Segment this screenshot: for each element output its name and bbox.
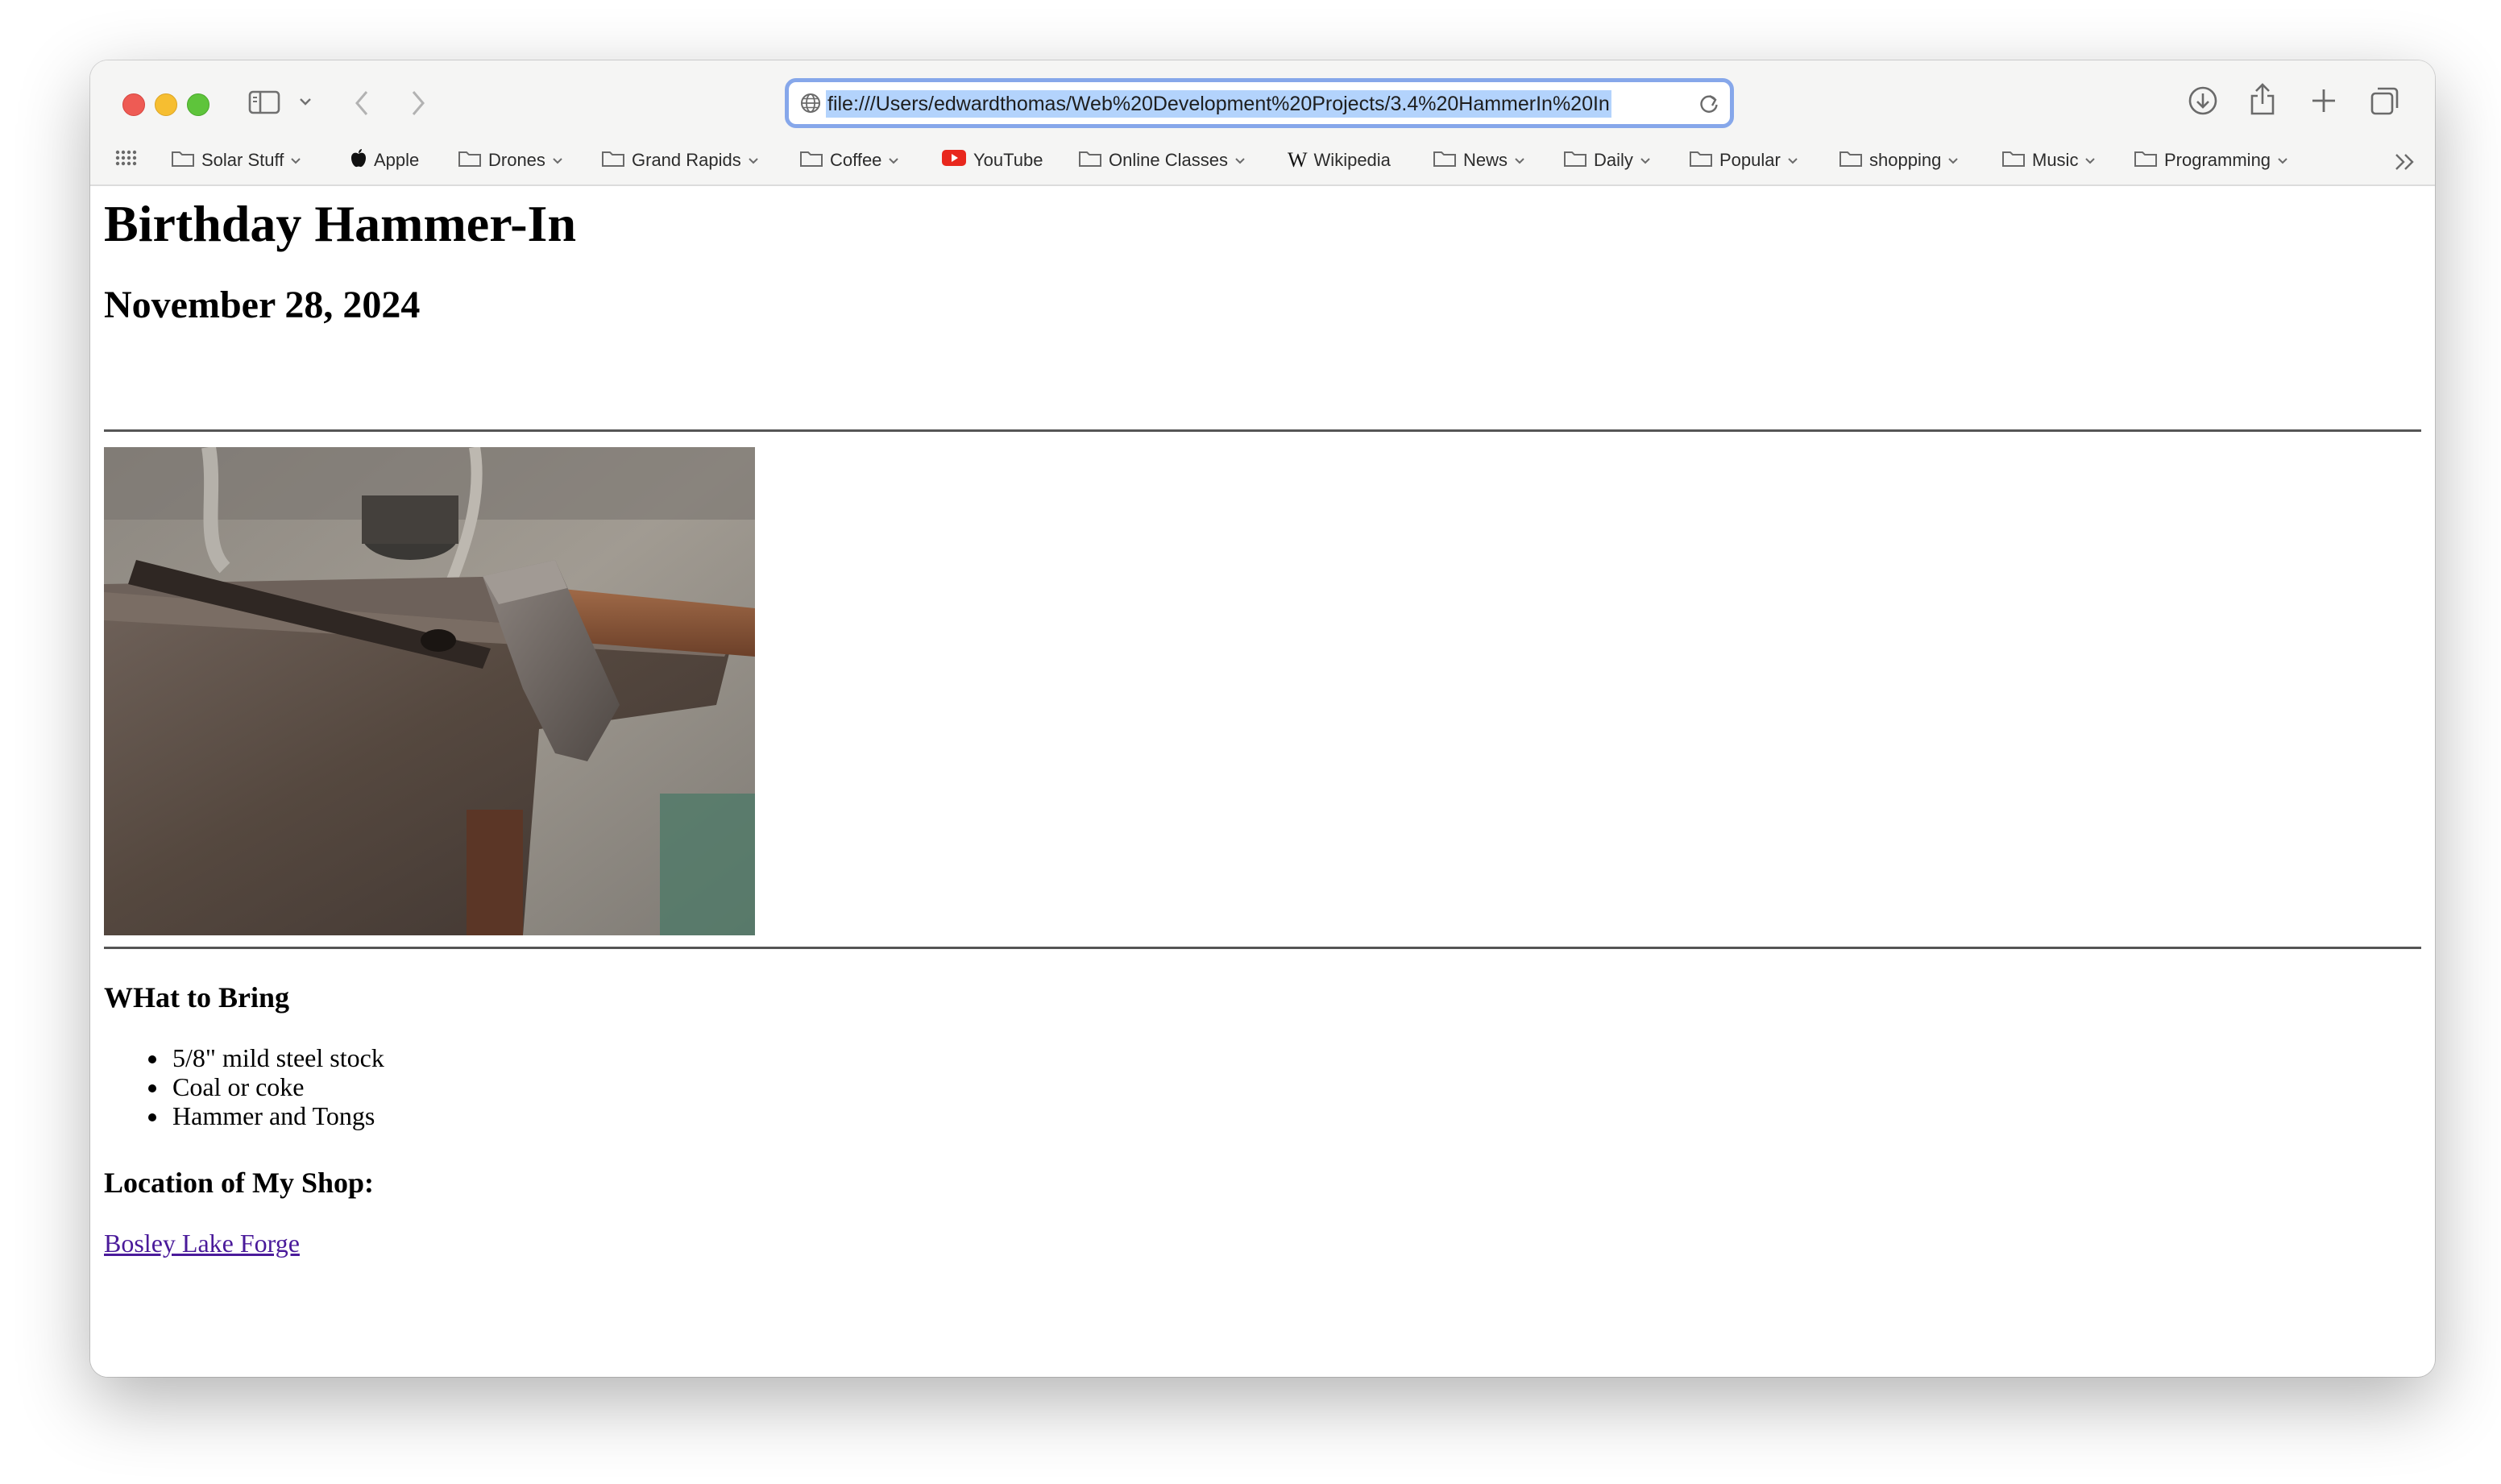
browser-toolbar: file:///Users/edwardthomas/Web%20Develop… (90, 60, 2435, 186)
bookmark-label: Music (2032, 150, 2079, 170)
bookmark-youtube[interactable]: YouTube (941, 141, 1043, 180)
bookmark-label: shopping (1869, 150, 1942, 170)
url-text[interactable]: file:///Users/edwardthomas/Web%20Develop… (826, 90, 1611, 118)
address-bar[interactable]: file:///Users/edwardthomas/Web%20Develop… (785, 78, 1734, 128)
anvil-hammer-photo (104, 447, 755, 935)
chevron-down-icon (1640, 150, 1651, 171)
globe-icon (800, 93, 821, 118)
minimize-window-button[interactable] (155, 93, 177, 116)
chevron-down-icon (1514, 150, 1525, 171)
bookmark-grand-rapids[interactable]: Grand Rapids (601, 141, 759, 180)
new-tab-plus-icon[interactable] (2309, 86, 2338, 115)
page-title: Birthday Hammer-In (104, 195, 577, 252)
folder-icon (171, 148, 195, 172)
folder-icon (1563, 148, 1587, 172)
sidebar-toggle-icon[interactable] (248, 89, 280, 115)
chevron-down-icon (1947, 150, 1959, 171)
bring-list: 5/8" mild steel stock Coal or coke Hamme… (155, 1043, 384, 1130)
bookmark-label: Apple (374, 150, 420, 170)
list-item: 5/8" mild steel stock (169, 1043, 384, 1072)
bookmark-label: Daily (1594, 150, 1633, 170)
more-bookmarks-chevron-icon[interactable] (2393, 151, 2417, 173)
bookmark-programming[interactable]: Programming (2134, 141, 2288, 180)
chevron-down-icon (2277, 150, 2288, 171)
bookmark-label: Grand Rapids (632, 150, 741, 170)
bookmark-label: Solar Stuff (201, 150, 284, 170)
wikipedia-logo-icon: W (1288, 148, 1308, 172)
folder-icon (1078, 148, 1102, 172)
list-item: Hammer and Tongs (169, 1101, 384, 1130)
chevron-down-icon (1787, 150, 1798, 171)
bookmark-popular[interactable]: Popular (1689, 141, 1798, 180)
location-heading: Location of My Shop: (104, 1167, 375, 1199)
chevron-down-icon (2084, 150, 2096, 171)
bookmark-wikipedia[interactable]: W Wikipedia (1288, 141, 1391, 180)
event-date: November 28, 2024 (104, 284, 421, 326)
bookmark-solar-stuff[interactable]: Solar Stuff (171, 141, 301, 180)
bookmark-daily[interactable]: Daily (1563, 141, 1651, 180)
folder-icon (1839, 148, 1863, 172)
tab-overview-icon[interactable] (2369, 85, 2401, 117)
folder-icon (458, 148, 482, 172)
folder-icon (2001, 148, 2026, 172)
bookmark-label: Online Classes (1109, 150, 1228, 170)
bookmark-news[interactable]: News (1433, 141, 1525, 180)
chevron-down-icon (1234, 150, 1246, 171)
bookmark-apple[interactable]: Apple (350, 141, 419, 180)
bookmark-online-classes[interactable]: Online Classes (1078, 141, 1246, 180)
bookmark-label: News (1463, 150, 1508, 170)
chevron-down-icon (888, 150, 899, 171)
reload-icon[interactable] (1698, 92, 1720, 118)
browser-window: file:///Users/edwardthomas/Web%20Develop… (90, 60, 2435, 1377)
chevron-down-icon (748, 150, 759, 171)
divider-bottom (104, 947, 2421, 949)
bookmark-drones[interactable]: Drones (458, 141, 563, 180)
bookmark-shopping[interactable]: shopping (1839, 141, 1959, 180)
bookmark-label: YouTube (973, 150, 1043, 170)
sidebar-menu-chevron-icon[interactable] (298, 96, 313, 107)
bookmark-label: Drones (488, 150, 545, 170)
bookmark-label: Programming (2164, 150, 2271, 170)
location-link[interactable]: Bosley Lake Forge (104, 1229, 300, 1258)
downloads-icon[interactable] (2187, 85, 2219, 117)
folder-icon (1433, 148, 1457, 172)
chevron-down-icon (552, 150, 563, 171)
folder-icon (2134, 148, 2158, 172)
share-icon[interactable] (2248, 81, 2277, 117)
folder-icon (799, 148, 823, 172)
bookmark-label: Popular (1719, 150, 1781, 170)
bookmark-music[interactable]: Music (2001, 141, 2096, 180)
folder-icon (1689, 148, 1713, 172)
bookmark-label: Wikipedia (1313, 150, 1391, 170)
youtube-logo-icon (941, 148, 967, 172)
bookmarks-bar: Solar Stuff Apple Drones Grand Rapids Co… (90, 141, 2435, 180)
apple-logo-icon (350, 147, 367, 173)
bookmark-coffee[interactable]: Coffee (799, 141, 899, 180)
close-window-button[interactable] (122, 93, 145, 116)
page-content: Birthday Hammer-In November 28, 2024 WHa… (90, 186, 2435, 1377)
zoom-window-button[interactable] (187, 93, 209, 116)
divider-top (104, 429, 2421, 432)
bookmark-label: Coffee (830, 150, 882, 170)
what-to-bring-heading: WHat to Bring (104, 981, 289, 1014)
chevron-down-icon (290, 150, 301, 171)
forward-arrow-icon[interactable] (409, 89, 427, 117)
apps-grid-icon[interactable] (114, 149, 137, 172)
back-arrow-icon[interactable] (353, 89, 371, 117)
folder-icon (601, 148, 625, 172)
list-item: Coal or coke (169, 1072, 384, 1101)
